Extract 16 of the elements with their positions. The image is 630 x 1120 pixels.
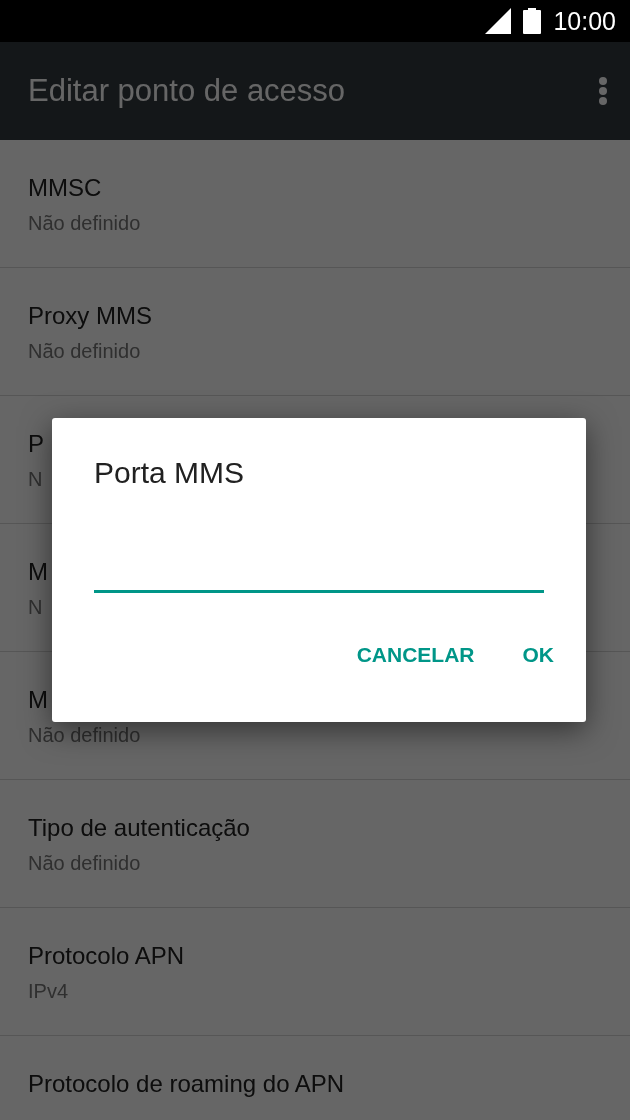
setting-title[interactable]: Protocolo de roaming do APN: [28, 1070, 345, 1098]
setting-title[interactable]: MMSC: [28, 174, 102, 202]
setting-title[interactable]: Proxy MMS: [28, 302, 152, 330]
dialog-button[interactable]: OK: [508, 633, 568, 677]
battery-icon: [523, 8, 542, 34]
more-options-icon[interactable]: [598, 76, 608, 106]
dialog-title: Porta MMS: [94, 456, 245, 490]
signal-icon: [485, 8, 512, 34]
toolbar-title: Editar ponto de acesso: [28, 73, 346, 109]
setting-title[interactable]: M: [28, 558, 48, 586]
setting-title[interactable]: Protocolo APN: [28, 942, 185, 970]
setting-title[interactable]: Tipo de autenticação: [28, 814, 250, 842]
dialog-button[interactable]: CANCELAR: [342, 633, 489, 677]
clock-time: 10:00: [553, 6, 616, 36]
setting-title[interactable]: M: [28, 686, 48, 714]
setting-title[interactable]: P: [28, 430, 44, 458]
